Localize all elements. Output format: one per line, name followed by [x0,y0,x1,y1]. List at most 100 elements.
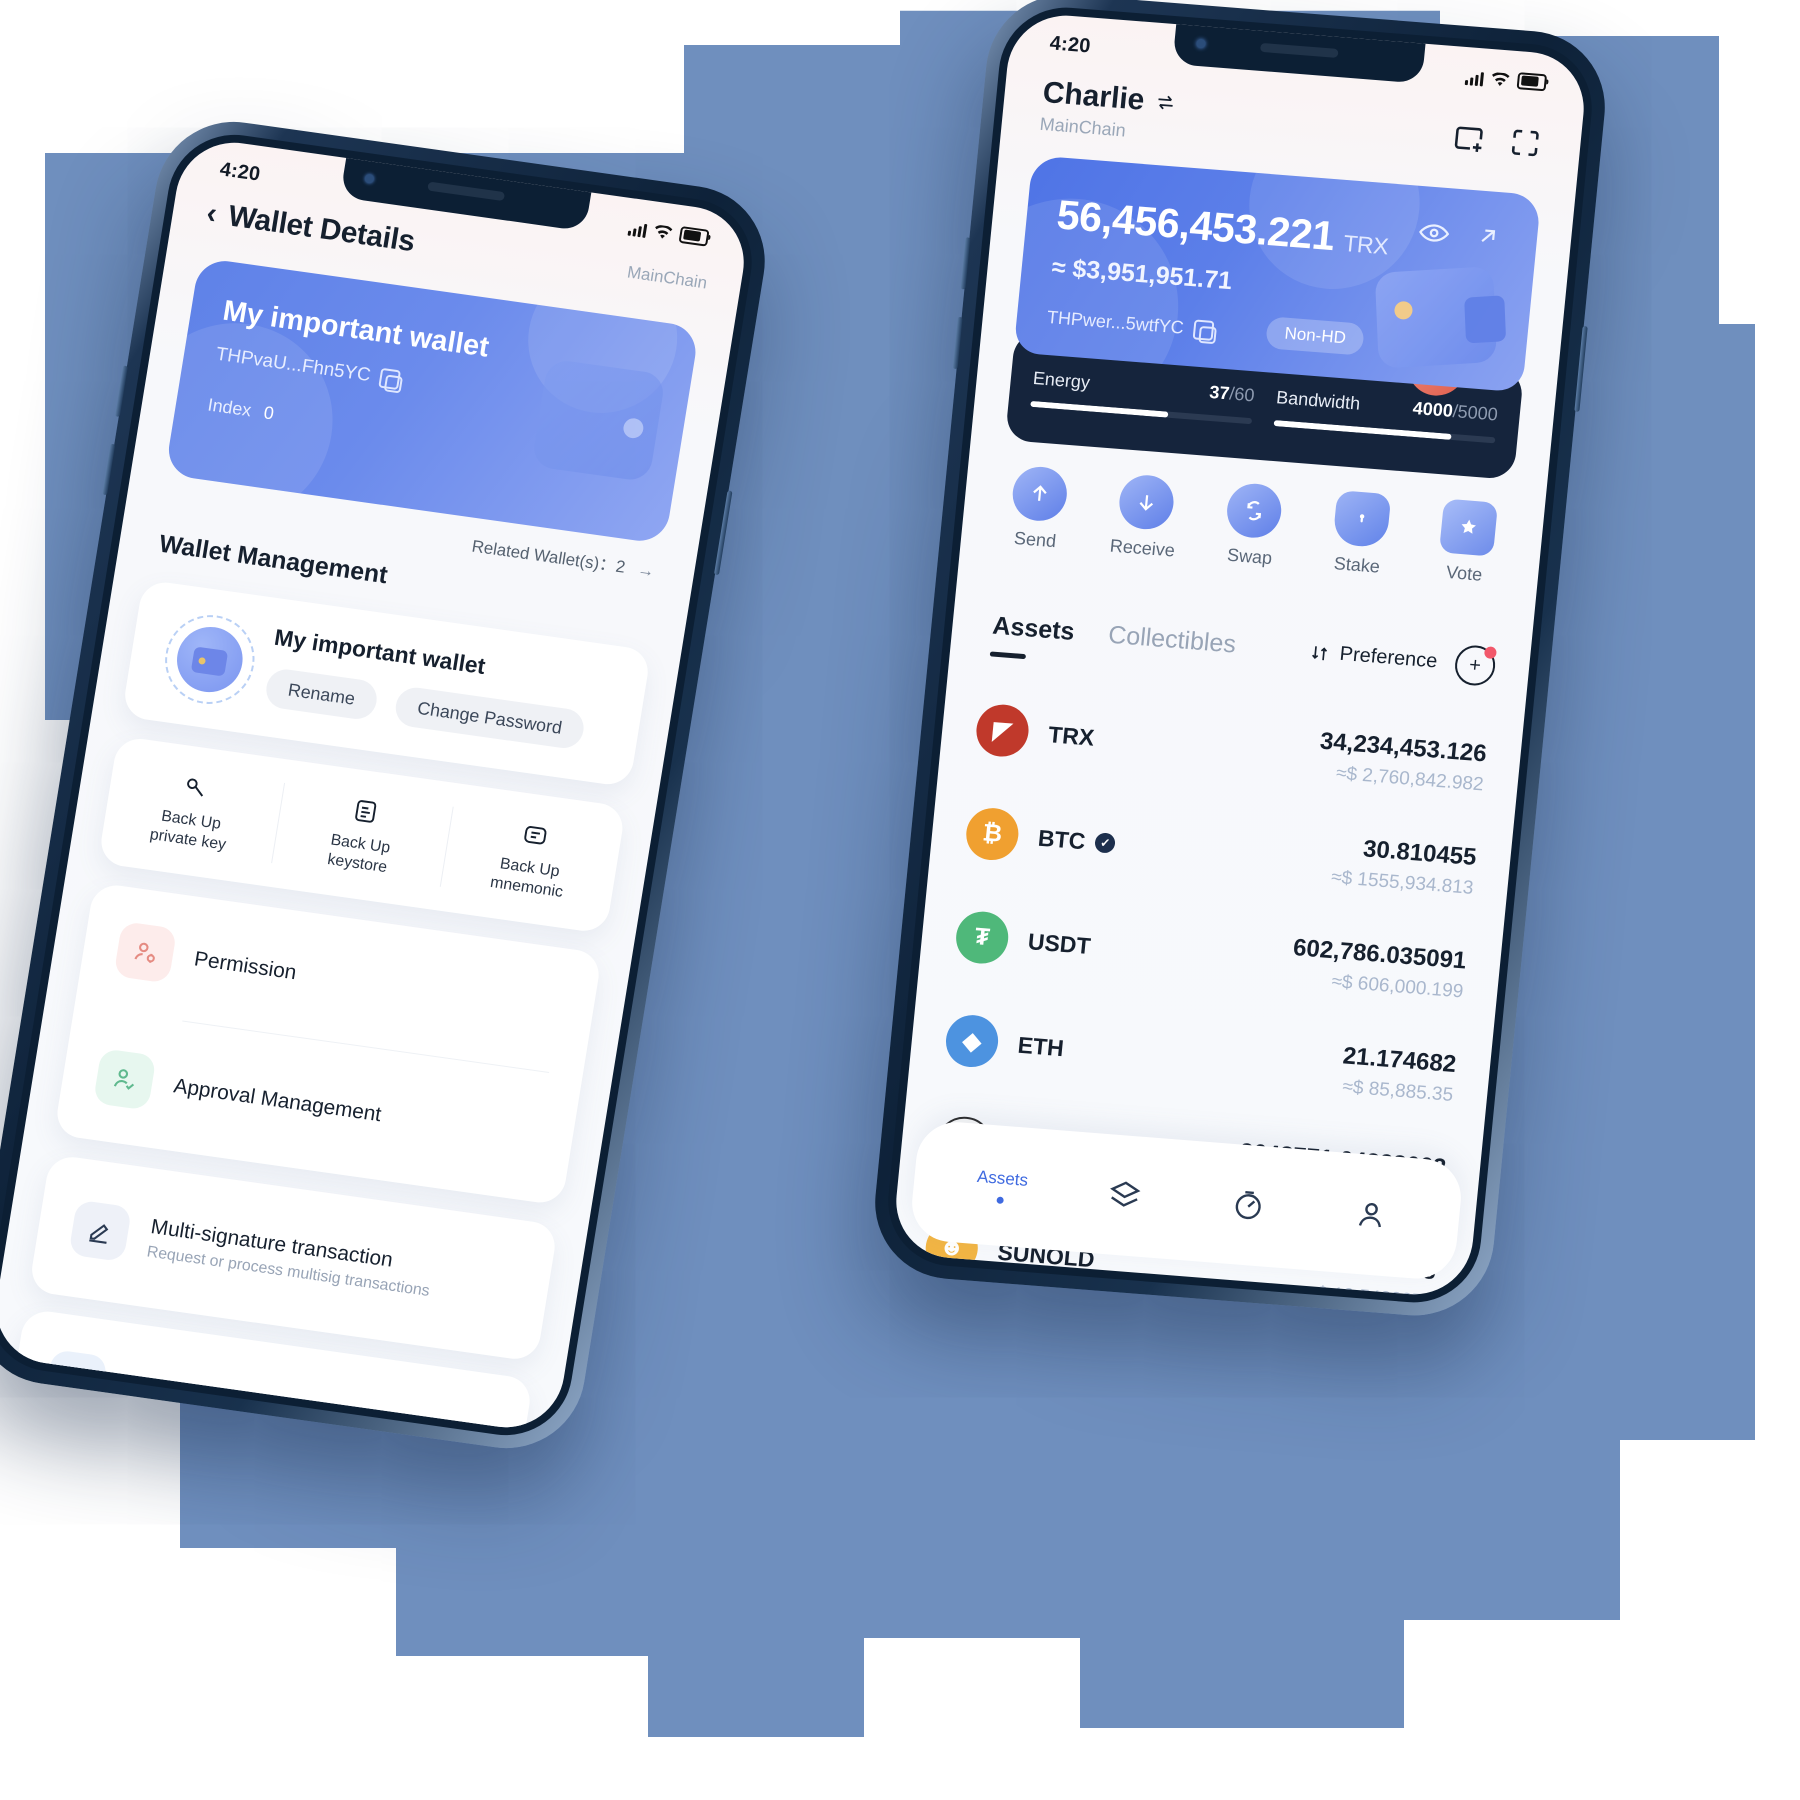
energy-bar [1030,400,1253,424]
battery-icon [678,225,710,247]
backup-mnemonic-label: Back Up mnemonic [489,854,565,901]
token-icon-btc: ₿ [963,806,1021,863]
preference-label: Preference [1338,642,1439,673]
rename-button[interactable]: Rename [263,666,380,722]
stake-label: Stake [1333,553,1381,577]
avatar[interactable] [158,609,262,710]
change-password-button[interactable]: Change Password [392,685,587,751]
copy-icon[interactable] [378,367,402,391]
add-token-button[interactable]: + [1453,644,1497,687]
stake-button[interactable]: Stake [1302,488,1417,580]
permission-label: Permission [192,947,299,985]
token-symbol: BTC ✓ [1037,824,1117,857]
permission-icon [113,921,178,984]
token-symbol: USDT [1026,927,1092,959]
token-icon-trx: ◤ [974,702,1031,759]
vote-icon [1439,498,1499,557]
tab-collectibles[interactable]: Collectibles [1107,621,1237,660]
arrow-up-right-icon[interactable] [1474,222,1502,250]
wifi-icon [655,224,673,239]
token-usd: ≈$ 85,885.35 [1341,1076,1455,1106]
energy-resource[interactable]: Energy 37/60 [1030,368,1255,424]
send-icon [1010,464,1070,523]
swap-icon [1224,481,1284,540]
balance-unit: TRX [1342,230,1390,260]
status-icons [627,218,710,247]
token-usd: ≈$ 2,760,842.982 [1335,762,1485,796]
preference-button[interactable]: Preference [1309,641,1439,674]
signal-icon [1464,71,1485,86]
scan-icon[interactable] [1507,125,1544,162]
vote-label: Vote [1445,561,1484,585]
token-usd: ≈$ 1555,934.813 [1330,866,1475,899]
token-icon-usdt: ₮ [953,909,1011,966]
backup-private-key-button[interactable]: Back Up private key [98,736,288,887]
wallet-illustration [1374,265,1497,369]
send-label: Send [1013,527,1058,552]
sort-icon [1312,645,1328,660]
status-icons [1464,68,1548,91]
receive-label: Receive [1108,535,1176,561]
chevron-right-icon: → [636,559,656,581]
wifi-icon [1492,71,1510,86]
receive-icon [1117,473,1177,532]
copy-icon[interactable] [1192,318,1215,341]
status-badge: Non-HD [1265,316,1366,356]
vote-button[interactable]: Vote [1409,496,1524,588]
signal-icon [627,221,648,238]
swap-button[interactable]: Swap [1195,480,1310,572]
backup-keystore-label: Back Up keystore [326,831,392,876]
swap-label: Swap [1226,544,1274,569]
permission-card: Permission Approval Management [53,882,603,1206]
token-symbol: ETH [1016,1031,1066,1061]
profile-icon [1359,1202,1382,1228]
energy-max: /60 [1228,382,1256,405]
keystore-icon [351,794,381,827]
tab-assets[interactable]: Assets [991,612,1075,647]
bandwidth-label: Bandwidth [1275,386,1362,414]
chain-label[interactable]: MainChain [626,263,709,294]
verified-icon: ✓ [1094,832,1117,854]
status-time: 4:20 [1048,31,1092,57]
receive-button[interactable]: Receive [1088,471,1203,563]
account-name: Charlie [1041,75,1146,117]
backup-keystore-button[interactable]: Back Up keystore [267,759,457,910]
layers-icon [1110,1181,1141,1207]
eye-icon[interactable] [1418,222,1450,244]
nav-active-dot [996,1196,1005,1204]
swap-accounts-icon [1158,95,1173,110]
bandwidth-bar [1273,419,1496,443]
token-amount: 34,234,453.126 [1318,727,1488,768]
nav-layers[interactable] [1062,1174,1188,1218]
token-values: 30.810455 ≈$ 1555,934.813 [1330,833,1477,900]
stake-icon [1331,490,1391,549]
token-amount: 21.174682 [1341,1042,1458,1079]
bandwidth-max: /5000 [1451,400,1499,424]
token-values: 34,234,453.126 ≈$ 2,760,842.982 [1316,728,1488,797]
token-symbol: TRX [1047,720,1096,751]
balance-card: 56,456,453.221 TRX ≈ $3,951,951.71 THPwer… [1013,155,1542,393]
explore-icon [1235,1191,1261,1220]
add-wallet-icon[interactable] [1451,120,1488,157]
backup-mnemonic-button[interactable]: Back Up mnemonic [436,783,626,934]
backup-private-key-label: Back Up private key [148,807,228,854]
wallet-illustration [531,358,667,483]
approval-icon [92,1048,157,1111]
bandwidth-resource[interactable]: Bandwidth 4000/5000 [1273,386,1499,443]
nav-assets[interactable]: Assets [939,1164,1066,1209]
send-button[interactable]: Send [980,463,1095,555]
token-values: 21.174682 ≈$ 85,885.35 [1339,1042,1458,1107]
nav-explore[interactable] [1185,1183,1311,1227]
wallet-summary-card[interactable]: My important wallet THPvaU...Fhn5YC Inde… [164,257,700,545]
multisig-icon [68,1199,133,1263]
screen-wallet-home: 4:20 Charlie MainChain 56,456,453.221 TR… [890,11,1590,1299]
account-switcher[interactable]: Charlie [1041,76,1178,120]
section-title-wallet-management: Wallet Management [157,529,390,590]
mnemonic-icon [520,818,550,851]
back-button[interactable]: ‹ [204,197,219,231]
energy-value: 37 [1208,381,1231,403]
battery-icon [1516,71,1548,91]
link-icon [44,1349,108,1412]
nav-profile[interactable] [1308,1193,1434,1237]
bandwidth-value: 4000 [1411,397,1454,421]
